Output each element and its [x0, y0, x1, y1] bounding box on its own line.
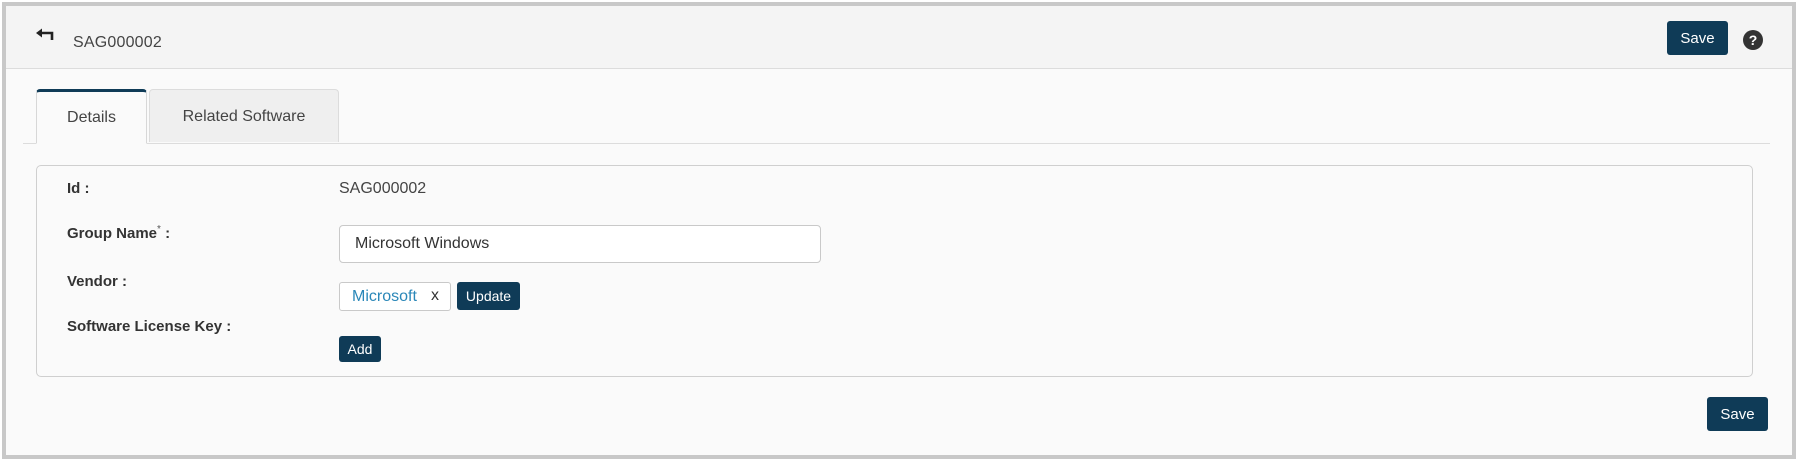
question-circle-icon[interactable]: ?: [1743, 30, 1763, 50]
vendor-chip: Microsoft x: [339, 282, 451, 311]
tab-bar: Details Related Software: [23, 89, 1770, 144]
record-id-title: SAG000002: [73, 34, 162, 51]
add-license-key-button[interactable]: Add: [339, 336, 381, 362]
save-button[interactable]: Save: [1667, 21, 1728, 55]
vendor-remove-button[interactable]: x: [431, 287, 439, 305]
details-form-panel: Id : SAG000002 Group Name* : Vendor : Mi…: [36, 165, 1753, 377]
record-header: SAG000002 Save ?: [6, 6, 1792, 69]
group-name-input[interactable]: [339, 225, 821, 263]
footer-save-button[interactable]: Save: [1707, 397, 1768, 431]
update-vendor-button[interactable]: Update: [457, 282, 520, 310]
vendor-link[interactable]: Microsoft: [352, 288, 417, 306]
group-name-label-text: Group Name: [67, 225, 158, 242]
vendor-label: Vendor :: [67, 273, 128, 290]
back-arrow-icon[interactable]: [36, 28, 60, 48]
app-frame: SAG000002 Save ? Details Related Softwar…: [2, 2, 1796, 459]
software-license-key-label: Software License Key :: [67, 318, 232, 335]
id-label: Id :: [67, 180, 90, 197]
group-name-label-suffix: :: [160, 225, 171, 242]
tab-details[interactable]: Details: [36, 89, 147, 144]
id-value: SAG000002: [339, 180, 427, 197]
tab-related-software[interactable]: Related Software: [149, 89, 339, 142]
group-name-label: Group Name* :: [67, 224, 170, 242]
